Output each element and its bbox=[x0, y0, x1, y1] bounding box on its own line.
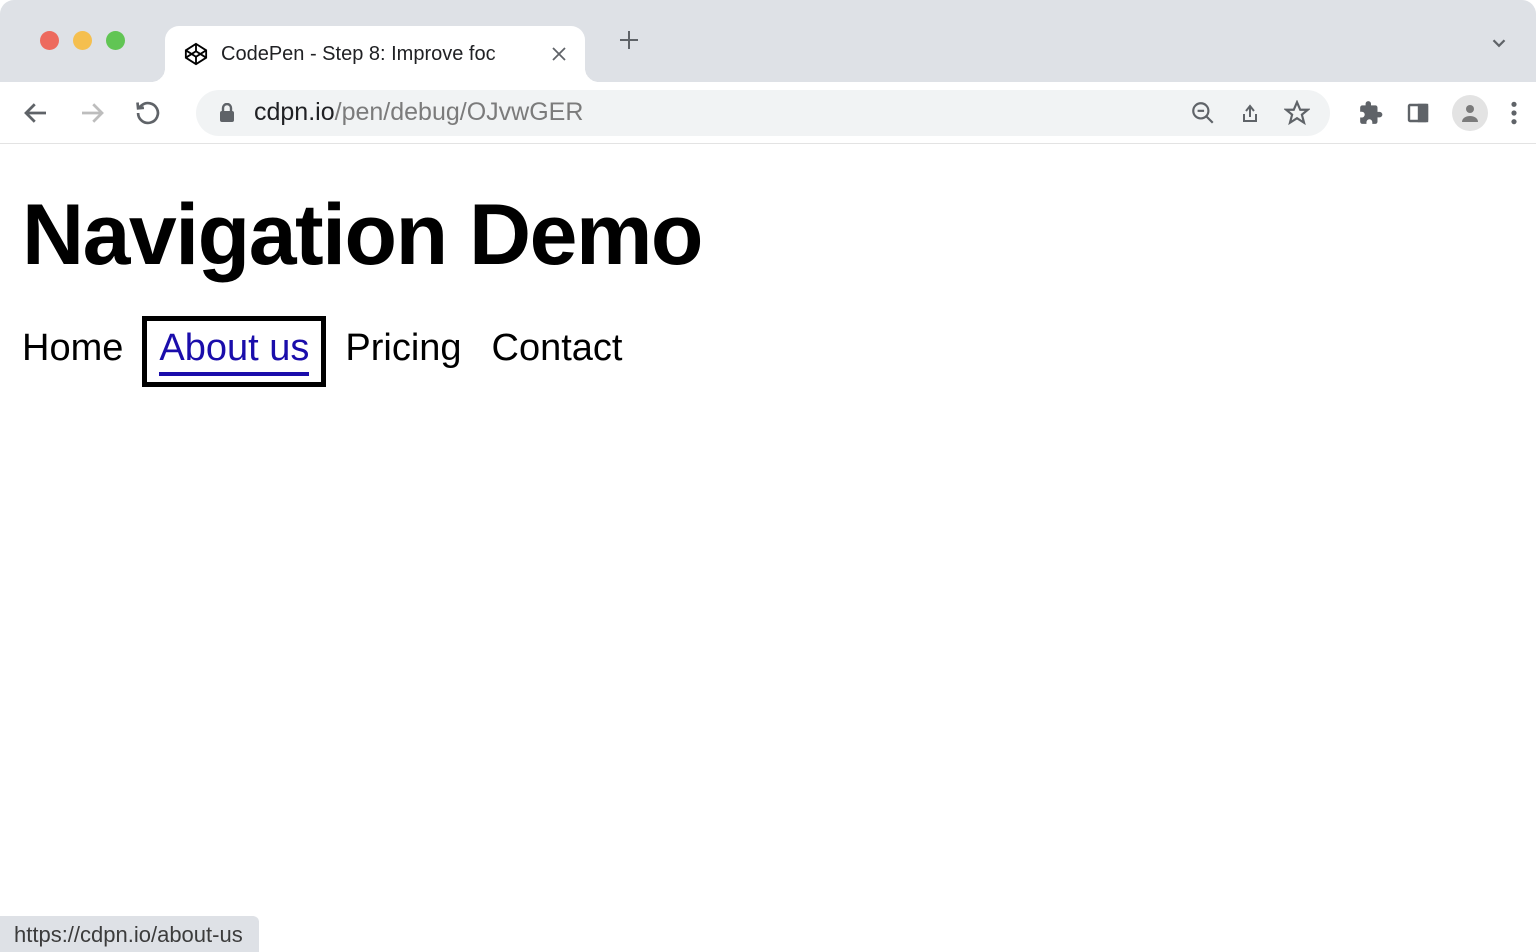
nav-item-pricing[interactable]: Pricing bbox=[345, 327, 461, 376]
nav-item-contact[interactable]: Contact bbox=[492, 327, 623, 376]
toolbar-right bbox=[1348, 95, 1518, 131]
bookmark-star-icon[interactable] bbox=[1284, 100, 1310, 126]
window-maximize-button[interactable] bbox=[106, 31, 125, 50]
browser-chrome: CodePen - Step 8: Improve foc bbox=[0, 0, 1536, 144]
window-close-button[interactable] bbox=[40, 31, 59, 50]
url-path: /pen/debug/OJvwGER bbox=[335, 98, 584, 126]
lock-icon bbox=[214, 100, 240, 126]
nav-buttons bbox=[18, 95, 178, 131]
nav-link-pricing[interactable]: Pricing bbox=[345, 327, 461, 370]
nav-item-home[interactable]: Home bbox=[22, 327, 123, 376]
page-content: Navigation Demo Home About us Pricing Co… bbox=[0, 144, 1536, 376]
status-bar: https://cdpn.io/about-us bbox=[0, 916, 259, 952]
window-controls bbox=[18, 31, 139, 50]
url-text: cdpn.io/pen/debug/OJvwGER bbox=[254, 98, 1176, 127]
tab-strip: CodePen - Step 8: Improve foc bbox=[0, 4, 1536, 82]
browser-tab[interactable]: CodePen - Step 8: Improve foc bbox=[165, 26, 585, 82]
tab-close-button[interactable] bbox=[549, 44, 569, 64]
tab-title: CodePen - Step 8: Improve foc bbox=[221, 43, 537, 66]
tabs-dropdown-button[interactable] bbox=[1488, 32, 1510, 54]
nav-link-contact[interactable]: Contact bbox=[492, 327, 623, 370]
omnibox-actions bbox=[1190, 100, 1318, 126]
nav-item-about-us[interactable]: About us bbox=[153, 327, 315, 376]
url-host: cdpn.io bbox=[254, 98, 335, 126]
extensions-icon[interactable] bbox=[1358, 100, 1384, 126]
new-tab-button[interactable] bbox=[607, 18, 651, 62]
nav-list: Home About us Pricing Contact bbox=[22, 327, 1514, 376]
browser-toolbar: cdpn.io/pen/debug/OJvwGER bbox=[0, 82, 1536, 144]
reload-button[interactable] bbox=[130, 95, 166, 131]
profile-avatar[interactable] bbox=[1452, 95, 1488, 131]
codepen-icon bbox=[183, 41, 209, 67]
page-heading: Navigation Demo bbox=[22, 186, 1514, 285]
forward-button[interactable] bbox=[74, 95, 110, 131]
back-button[interactable] bbox=[18, 95, 54, 131]
sidepanel-icon[interactable] bbox=[1406, 101, 1430, 125]
nav-link-home[interactable]: Home bbox=[22, 327, 123, 370]
address-bar[interactable]: cdpn.io/pen/debug/OJvwGER bbox=[196, 90, 1330, 136]
window-minimize-button[interactable] bbox=[73, 31, 92, 50]
nav-link-about-us[interactable]: About us bbox=[159, 327, 309, 376]
share-icon[interactable] bbox=[1238, 100, 1262, 126]
zoom-out-icon[interactable] bbox=[1190, 100, 1216, 126]
kebab-menu-icon[interactable] bbox=[1510, 100, 1518, 126]
